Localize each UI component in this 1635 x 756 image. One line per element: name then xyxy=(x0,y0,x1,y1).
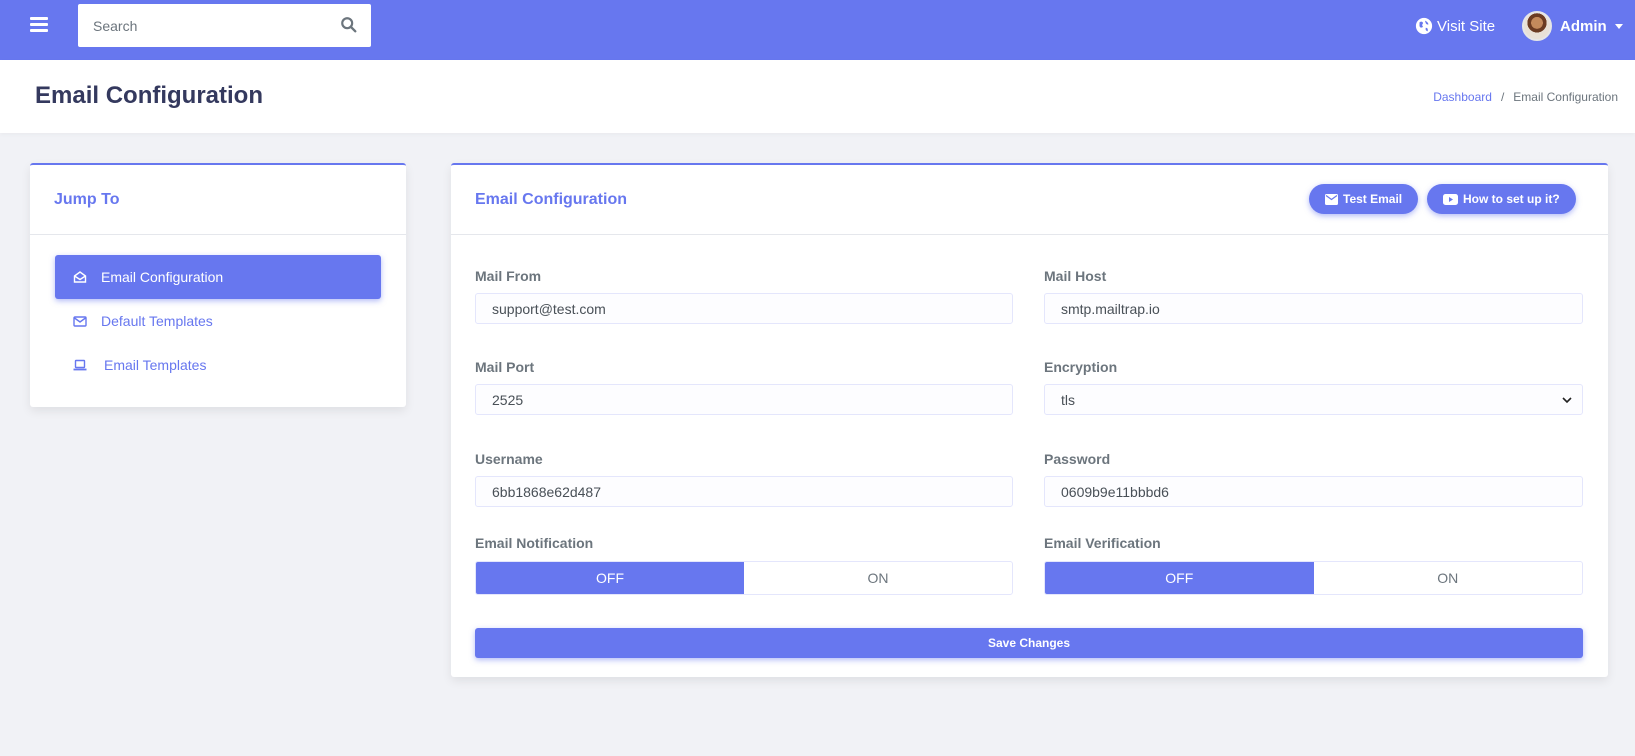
user-name: Admin xyxy=(1560,17,1607,35)
email-notification-off[interactable]: OFF xyxy=(476,562,744,594)
mail-port-input[interactable] xyxy=(475,384,1013,415)
breadcrumb: Dashboard / Email Configuration xyxy=(1433,90,1618,104)
search-icon[interactable] xyxy=(340,16,358,34)
chevron-down-icon xyxy=(1562,397,1572,404)
mail-host-label: Mail Host xyxy=(1044,268,1107,284)
menu-toggle-icon[interactable] xyxy=(30,17,48,33)
page-title: Email Configuration xyxy=(35,82,263,109)
globe-icon xyxy=(1415,17,1433,35)
top-navbar: Visit Site Admin xyxy=(0,0,1635,60)
email-verification-toggle: OFF ON xyxy=(1044,561,1583,595)
page-header: Email Configuration Dashboard / Email Co… xyxy=(0,60,1635,133)
jump-to-card: Jump To Email Configuration Default Temp… xyxy=(30,163,406,407)
mail-from-label: Mail From xyxy=(475,268,542,284)
encryption-label: Encryption xyxy=(1044,359,1118,375)
envelope-open-icon xyxy=(73,271,87,283)
email-config-title: Email Configuration xyxy=(475,191,627,208)
jump-item-label: Email Configuration xyxy=(101,269,224,285)
avatar xyxy=(1522,11,1552,41)
password-label: Password xyxy=(1044,451,1111,467)
encryption-select[interactable]: tls xyxy=(1044,384,1583,415)
breadcrumb-dashboard[interactable]: Dashboard xyxy=(1433,90,1492,104)
username-input[interactable] xyxy=(475,476,1013,507)
encryption-value: tls xyxy=(1061,391,1075,408)
jump-to-list: Email Configuration Default Templates Em… xyxy=(55,255,381,387)
youtube-icon xyxy=(1443,193,1458,205)
mail-from-input[interactable] xyxy=(475,293,1013,324)
email-config-header: Email Configuration Test Email How to se… xyxy=(451,165,1608,235)
email-notification-label: Email Notification xyxy=(475,535,594,551)
laptop-icon xyxy=(73,359,87,371)
test-email-label: Test Email xyxy=(1343,192,1403,206)
how-to-setup-label: How to set up it? xyxy=(1463,192,1560,206)
jump-to-title: Jump To xyxy=(54,191,120,208)
user-menu[interactable]: Admin xyxy=(1522,11,1623,41)
email-notification-on[interactable]: ON xyxy=(744,562,1012,594)
search-box xyxy=(78,4,371,47)
username-label: Username xyxy=(475,451,543,467)
password-input[interactable] xyxy=(1044,476,1583,507)
email-verification-label: Email Verification xyxy=(1044,535,1161,551)
breadcrumb-current: Email Configuration xyxy=(1513,90,1618,104)
email-notification-toggle: OFF ON xyxy=(475,561,1013,595)
test-email-button[interactable]: Test Email xyxy=(1309,184,1419,214)
visit-site-link[interactable]: Visit Site xyxy=(1415,15,1495,37)
jump-to-header: Jump To xyxy=(30,165,406,235)
save-changes-button[interactable]: Save Changes xyxy=(475,628,1583,658)
envelope-icon xyxy=(1325,193,1338,205)
jump-item-default-templates[interactable]: Default Templates xyxy=(55,299,381,343)
email-config-card: Email Configuration Test Email How to se… xyxy=(451,163,1608,677)
search-input[interactable] xyxy=(78,4,328,47)
email-verification-off[interactable]: OFF xyxy=(1045,562,1314,594)
jump-item-label: Email Templates xyxy=(104,357,207,373)
jump-item-email-configuration[interactable]: Email Configuration xyxy=(55,255,381,299)
mail-port-label: Mail Port xyxy=(475,359,535,375)
jump-item-email-templates[interactable]: Email Templates xyxy=(55,343,381,387)
email-verification-on[interactable]: ON xyxy=(1314,562,1583,594)
caret-down-icon xyxy=(1614,23,1623,29)
jump-item-label: Default Templates xyxy=(101,313,213,329)
how-to-setup-button[interactable]: How to set up it? xyxy=(1427,184,1576,214)
mail-host-input[interactable] xyxy=(1044,293,1583,324)
visit-site-label: Visit Site xyxy=(1437,17,1496,35)
envelope-icon xyxy=(73,316,87,327)
breadcrumb-separator: / xyxy=(1500,90,1505,104)
